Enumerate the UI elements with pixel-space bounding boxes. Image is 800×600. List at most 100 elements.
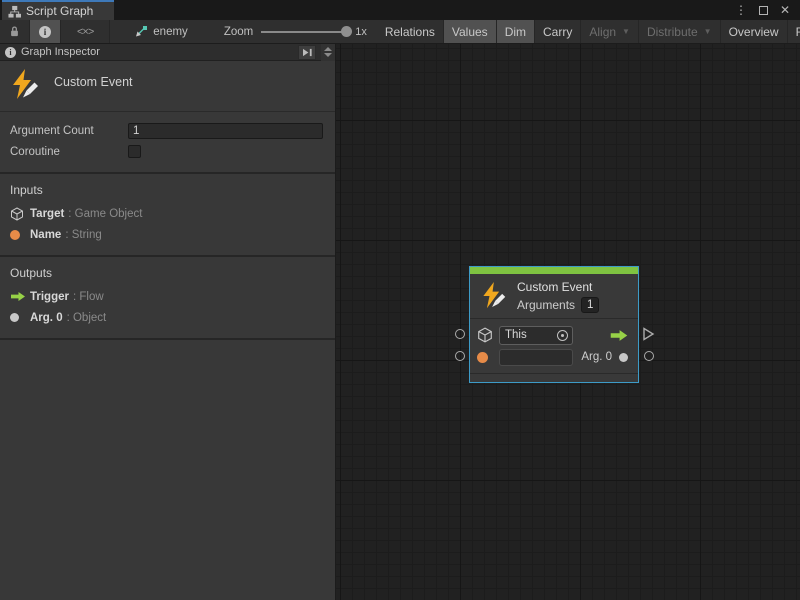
- inputs-section: Inputs Target : Game Object: [0, 174, 335, 257]
- inspect-toggle-button[interactable]: i: [30, 20, 61, 43]
- custom-event-icon: [8, 67, 40, 103]
- port-type: : Game Object: [68, 208, 142, 220]
- arguments-value[interactable]: 1: [581, 297, 599, 313]
- string-dot-icon: [10, 230, 30, 240]
- tab-script-graph[interactable]: Script Graph: [2, 0, 114, 20]
- inspector-empty-area: [0, 340, 335, 600]
- port-type: : Flow: [73, 291, 104, 303]
- toolbar-button-dim[interactable]: Dim: [497, 20, 535, 43]
- scroll-down-icon[interactable]: [324, 53, 332, 57]
- port-row-trigger: Trigger : Flow: [0, 286, 335, 307]
- node-row-target: This: [477, 324, 631, 346]
- custom-event-icon: [479, 280, 509, 318]
- event-name-input[interactable]: [499, 349, 573, 366]
- dock-icon: [302, 48, 313, 57]
- preview-code-button[interactable]: <×>: [61, 20, 110, 43]
- argument-count-row: Argument Count: [0, 120, 335, 141]
- outputs-section: Outputs Trigger : Flow Arg. 0 : Object: [0, 257, 335, 340]
- breadcrumb-label: enemy: [153, 26, 188, 38]
- port-row-target: Target : Game Object: [0, 203, 335, 224]
- chevron-down-icon: ▼: [622, 27, 630, 36]
- maximize-box-glyph: [759, 6, 768, 15]
- toolbar-button-distribute[interactable]: Distribute ▼: [639, 20, 721, 43]
- inspector-header: i Graph Inspector: [0, 44, 335, 61]
- coroutine-checkbox[interactable]: [128, 145, 141, 158]
- graph-toolbar: i <×> enemy Zoom 1x Relations Values Dim: [0, 20, 800, 44]
- zoom-slider-handle[interactable]: [341, 26, 352, 37]
- unit-fields: Argument Count Coroutine: [0, 112, 335, 174]
- distribute-label: Distribute: [647, 25, 698, 39]
- unity-script-graph-window: Script Graph ⋮ ✕ i <×>: [0, 0, 800, 600]
- lock-icon: [9, 25, 20, 38]
- scroll-up-icon[interactable]: [324, 47, 332, 51]
- toolbar-button-fullscreen[interactable]: Full Screen: [788, 20, 800, 43]
- zoom-label: Zoom: [224, 26, 253, 38]
- unit-header: Custom Event: [0, 61, 335, 112]
- window-menu-icon[interactable]: ⋮: [732, 2, 750, 18]
- zoom-value: 1x: [355, 26, 367, 38]
- coroutine-row: Coroutine: [0, 141, 335, 162]
- output-port-trigger[interactable]: [642, 327, 655, 344]
- output-port-arg0[interactable]: [644, 351, 654, 361]
- info-icon: i: [39, 26, 51, 38]
- node-footer: [470, 373, 638, 382]
- port-type: : Object: [67, 312, 107, 324]
- target-value: This: [505, 329, 557, 341]
- window-controls: ⋮ ✕: [732, 0, 800, 20]
- target-dropdown[interactable]: This: [499, 326, 573, 345]
- node-body: This Arg. 0: [470, 319, 638, 373]
- inspector-title: Graph Inspector: [21, 46, 293, 58]
- game-object-cube-icon: [10, 207, 30, 221]
- lock-button[interactable]: [0, 20, 30, 43]
- graph-canvas[interactable]: Custom Event Arguments 1: [336, 44, 800, 600]
- script-graph-icon: [8, 5, 21, 18]
- input-port-name[interactable]: [455, 351, 465, 361]
- object-dot-icon: [10, 313, 30, 322]
- inputs-title: Inputs: [0, 181, 335, 203]
- coroutine-label: Coroutine: [10, 146, 128, 158]
- close-icon[interactable]: ✕: [776, 2, 794, 18]
- string-dot-icon: [477, 352, 499, 363]
- toolbar-button-overview[interactable]: Overview: [721, 20, 788, 43]
- node-header: Custom Event Arguments 1: [470, 274, 638, 318]
- unit-title: Custom Event: [54, 75, 133, 103]
- argument-count-label: Argument Count: [10, 125, 128, 137]
- node-color-bar: [470, 267, 638, 274]
- node-row-name: Arg. 0: [477, 346, 631, 368]
- main-split: i Graph Inspector: [0, 44, 800, 600]
- node-title: Custom Event: [517, 279, 599, 295]
- panel-scroll-spinners[interactable]: [321, 44, 335, 61]
- zoom-slider[interactable]: [261, 31, 347, 33]
- chevron-down-icon: ▼: [704, 27, 712, 36]
- object-dot-icon: [619, 353, 628, 362]
- info-icon: i: [5, 47, 16, 58]
- custom-event-node[interactable]: Custom Event Arguments 1: [469, 266, 639, 383]
- flow-arrow-icon: [10, 291, 30, 302]
- port-name: Target: [30, 208, 64, 220]
- breadcrumb[interactable]: enemy: [124, 20, 198, 43]
- port-row-arg0: Arg. 0 : Object: [0, 307, 335, 328]
- flow-arrow-icon: [608, 329, 630, 342]
- tab-title: Script Graph: [26, 4, 93, 18]
- maximize-icon[interactable]: [754, 2, 772, 18]
- node-header-text: Custom Event Arguments 1: [517, 274, 599, 318]
- toolbar-button-relations[interactable]: Relations: [377, 20, 444, 43]
- align-label: Align: [589, 25, 616, 39]
- dock-panel-button[interactable]: [298, 45, 316, 60]
- toolbar-button-carry[interactable]: Carry: [535, 20, 581, 43]
- arguments-label: Arguments: [517, 298, 575, 312]
- toolbar-button-align[interactable]: Align ▼: [581, 20, 639, 43]
- toolbar-button-values[interactable]: Values: [444, 20, 497, 43]
- target-picker-icon[interactable]: [557, 330, 568, 341]
- arg0-output-label: Arg. 0: [581, 351, 612, 363]
- argument-count-input[interactable]: [128, 123, 323, 139]
- toolbar-left-group: i <×>: [0, 20, 110, 43]
- graph-inspector-panel: i Graph Inspector: [0, 44, 336, 600]
- port-row-name: Name : String: [0, 224, 335, 245]
- zoom-control: Zoom 1x: [198, 20, 377, 43]
- input-port-target[interactable]: [455, 329, 465, 339]
- port-name: Name: [30, 229, 61, 241]
- node-arguments-row: Arguments 1: [517, 297, 599, 313]
- triangle-port-icon: [642, 327, 655, 341]
- port-name: Trigger: [30, 291, 69, 303]
